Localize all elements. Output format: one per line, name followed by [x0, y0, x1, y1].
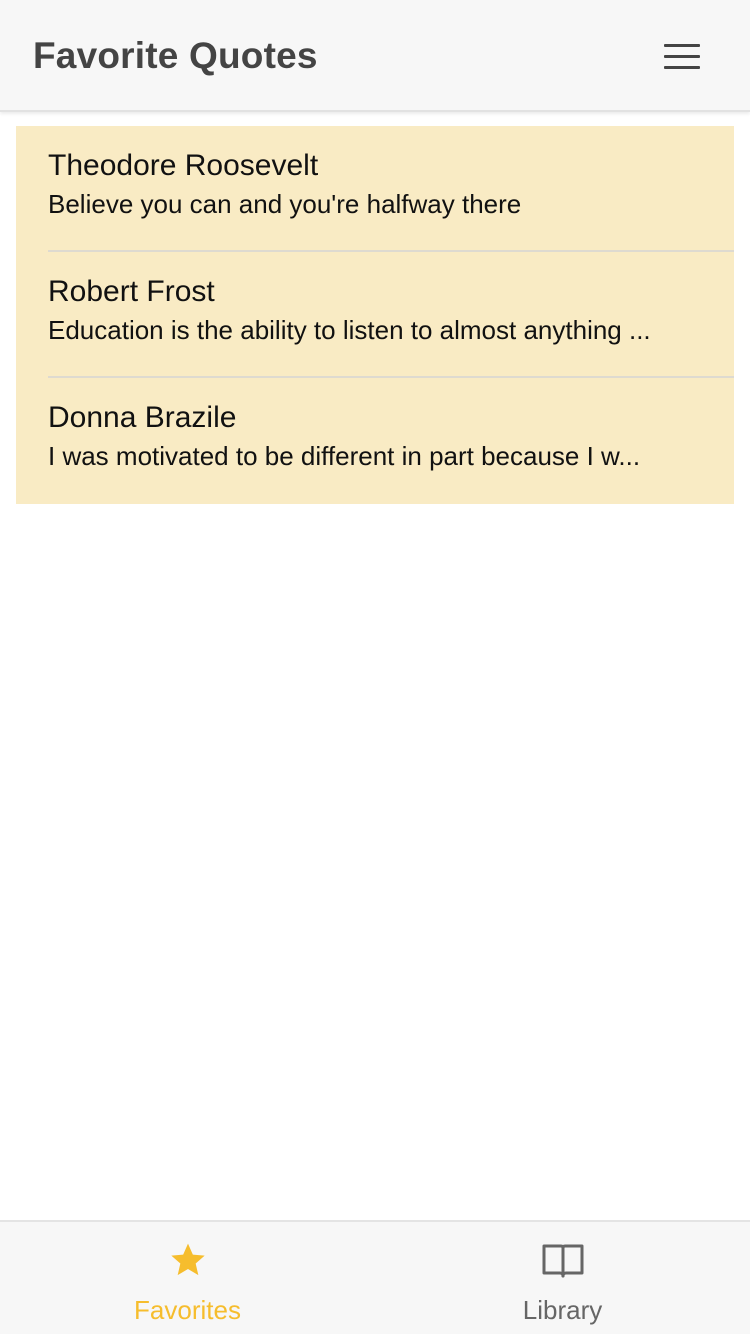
- star-icon: [166, 1238, 210, 1282]
- quote-text: Education is the ability to listen to al…: [48, 315, 651, 345]
- quote-author: Robert Frost: [48, 275, 215, 308]
- bottom-tab-bar: Favorites Library: [0, 1220, 750, 1334]
- menu-button[interactable]: [650, 34, 714, 78]
- list-item[interactable]: Theodore Roosevelt Believe you can and y…: [16, 126, 734, 252]
- app-header: Favorite Quotes: [0, 0, 750, 112]
- list-item[interactable]: Donna Brazile I was motivated to be diff…: [16, 378, 734, 504]
- quote-author: Theodore Roosevelt: [48, 149, 319, 182]
- quote-text: I was motivated to be different in part …: [48, 441, 641, 471]
- tab-library[interactable]: Library: [375, 1222, 750, 1334]
- tab-favorites[interactable]: Favorites: [0, 1222, 375, 1334]
- tab-favorites-label: Favorites: [134, 1295, 241, 1325]
- quote-author: Donna Brazile: [48, 401, 237, 434]
- quotes-list: Theodore Roosevelt Believe you can and y…: [16, 126, 734, 504]
- book-icon: [541, 1238, 585, 1282]
- page-title: Favorite Quotes: [33, 35, 318, 76]
- list-item[interactable]: Robert Frost Education is the ability to…: [16, 252, 734, 378]
- quote-text: Believe you can and you're halfway there: [48, 189, 522, 219]
- hamburger-menu-icon: [664, 43, 700, 47]
- tab-library-label: Library: [522, 1295, 603, 1325]
